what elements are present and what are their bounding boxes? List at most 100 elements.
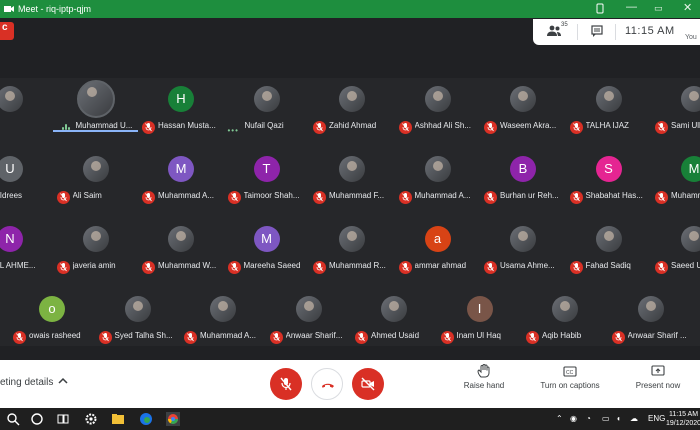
participant-tile[interactable]: S Shabahat Has...: [567, 150, 653, 210]
participant-tile[interactable]: Anwaar Sharif...: [267, 290, 353, 350]
participant-tile[interactable]: o owais rasheed: [10, 290, 96, 350]
participant-tile[interactable]: Saeed U: [652, 220, 700, 280]
participant-tile[interactable]: N UFAIL AHME...: [0, 220, 54, 280]
participant-tile[interactable]: H Hassan Musta...: [139, 80, 225, 140]
chat-icon[interactable]: [591, 25, 603, 37]
close-icon[interactable]: ✕: [683, 1, 692, 14]
participant-tile[interactable]: Syed Talha Sh...: [96, 290, 182, 350]
muted-mic-icon: [142, 191, 155, 204]
muted-mic-icon: [313, 121, 326, 134]
camera-off-button[interactable]: [352, 368, 384, 400]
participant-tile[interactable]: M Muhamm: [652, 150, 700, 210]
participant-tile[interactable]: Muhammad R...: [310, 220, 396, 280]
muted-mic-icon: [98, 331, 112, 344]
participant-tile[interactable]: a ammar ahmad: [396, 220, 482, 280]
participant-name: Muhamm: [671, 191, 700, 200]
participant-tile[interactable]: TALHA IJAZ: [567, 80, 653, 140]
muted-mic-icon: [398, 121, 412, 134]
participant-name: TALHA IJAZ: [585, 121, 629, 130]
participant-name: Mareeha Saeed: [243, 261, 301, 270]
settings-gear-icon[interactable]: [84, 412, 98, 426]
onedrive-icon[interactable]: ☁: [630, 414, 638, 423]
participant-name: Usama Ahme...: [500, 261, 555, 270]
participant-name: Ahmed Usaid: [371, 331, 420, 340]
participant-tile[interactable]: M Mareeha Saeed: [225, 220, 311, 280]
participant-tile[interactable]: u: [0, 80, 54, 140]
notification-icon[interactable]: [596, 3, 604, 15]
participant-photo: [637, 296, 664, 322]
participant-initial-avatar: M: [681, 156, 700, 182]
participant-name: Muhammad A...: [158, 191, 215, 200]
battery-icon[interactable]: ▭: [602, 414, 610, 423]
volume-icon[interactable]: ◖: [616, 414, 621, 423]
participant-name: Shabahat Has...: [585, 191, 643, 200]
mic-off-button[interactable]: [270, 368, 302, 400]
system-time: 11:15 AM: [668, 411, 699, 418]
participant-tile[interactable]: javeria amin: [54, 220, 140, 280]
participant-tile[interactable]: Anwaar Sharif ...: [609, 290, 695, 350]
file-explorer-icon[interactable]: [111, 412, 125, 426]
participant-tile[interactable]: Zahid Ahmad: [310, 80, 396, 140]
muted-mic-icon: [569, 121, 583, 134]
participant-tile[interactable]: I Inam Ul Haq: [438, 290, 524, 350]
participant-tile[interactable]: Ashhad Ali Sh...: [396, 80, 482, 140]
participant-name: Syed Talha Sh...: [114, 331, 173, 340]
participant-photo: [168, 226, 194, 252]
participant-name: ama Idrees: [0, 191, 23, 200]
muted-mic-icon: [56, 261, 70, 274]
participant-name: Sami Ull: [671, 121, 700, 130]
system-clock[interactable]: 11:15 AM 19/12/2020: [666, 410, 700, 428]
participant-photo: [424, 86, 451, 112]
participant-initial-avatar: I: [466, 296, 493, 322]
participant-photo: [552, 296, 578, 322]
participant-tile[interactable]: Muhammad W...: [139, 220, 225, 280]
participant-tile[interactable]: Aqib Habib: [523, 290, 609, 350]
participant-tile[interactable]: Uama Idrees: [0, 150, 54, 210]
edge-browser-icon[interactable]: [139, 412, 153, 426]
hand-icon: [477, 364, 490, 378]
participant-tile[interactable]: Waseem Akra...: [481, 80, 567, 140]
chrome-browser-icon[interactable]: [166, 412, 180, 426]
captions-button[interactable]: CC Turn on captions: [534, 364, 606, 390]
participant-tile[interactable]: Sami Ull: [652, 80, 700, 140]
muted-mic-icon: [227, 191, 241, 204]
task-view-icon[interactable]: [56, 412, 70, 426]
muted-mic-icon: [440, 331, 454, 344]
participant-tile[interactable]: B Burhan ur Reh...: [481, 150, 567, 210]
maximize-icon[interactable]: ▭: [654, 3, 663, 14]
muted-mic-icon: [484, 261, 497, 274]
participant-photo: [681, 226, 700, 252]
muted-mic-icon: [611, 331, 625, 344]
people-icon[interactable]: [547, 25, 561, 37]
you-label: You: [685, 34, 697, 41]
participant-tile[interactable]: Muhammad F...: [310, 150, 396, 210]
chevron-up-icon[interactable]: [58, 376, 68, 386]
participant-tile[interactable]: Fahad Sadiq: [567, 220, 653, 280]
participant-name: Inam Ul Haq: [456, 331, 501, 340]
minimize-icon[interactable]: —: [626, 1, 637, 13]
participant-tile[interactable]: Muhammad A...: [181, 290, 267, 350]
wifi-icon[interactable]: ◔: [586, 414, 591, 423]
window-title: Meet - riq-iptp-qjm: [18, 4, 92, 14]
participant-tile[interactable]: Muhammad A...: [396, 150, 482, 210]
participant-name: Ali Saim: [72, 191, 102, 200]
participant-tile[interactable]: Usama Ahme...: [481, 220, 567, 280]
muted-mic-icon: [142, 261, 155, 274]
muted-mic-icon: [398, 191, 412, 204]
tray-chevron-icon[interactable]: ⌃: [556, 414, 563, 423]
participant-initial-avatar: S: [595, 156, 622, 182]
participant-tile[interactable]: T Taimoor Shah...: [225, 150, 311, 210]
search-icon[interactable]: [6, 412, 20, 426]
participant-tile[interactable]: M Muhammad A...: [139, 150, 225, 210]
leave-call-button[interactable]: [311, 368, 343, 400]
participant-tile[interactable]: Ali Saim: [54, 150, 140, 210]
cortana-icon[interactable]: [30, 412, 44, 426]
participant-tile[interactable]: ••• Nufail Qazi: [225, 80, 311, 140]
present-now-button[interactable]: Present now: [630, 364, 686, 390]
language-indicator[interactable]: ENG: [648, 414, 665, 423]
network-icon[interactable]: ◉: [570, 414, 577, 423]
participant-tile[interactable]: Ahmed Usaid: [352, 290, 438, 350]
raise-hand-button[interactable]: Raise hand: [458, 364, 510, 390]
meeting-clock: 11:15 AM: [625, 25, 675, 37]
meeting-details-button[interactable]: eting details: [0, 377, 53, 388]
